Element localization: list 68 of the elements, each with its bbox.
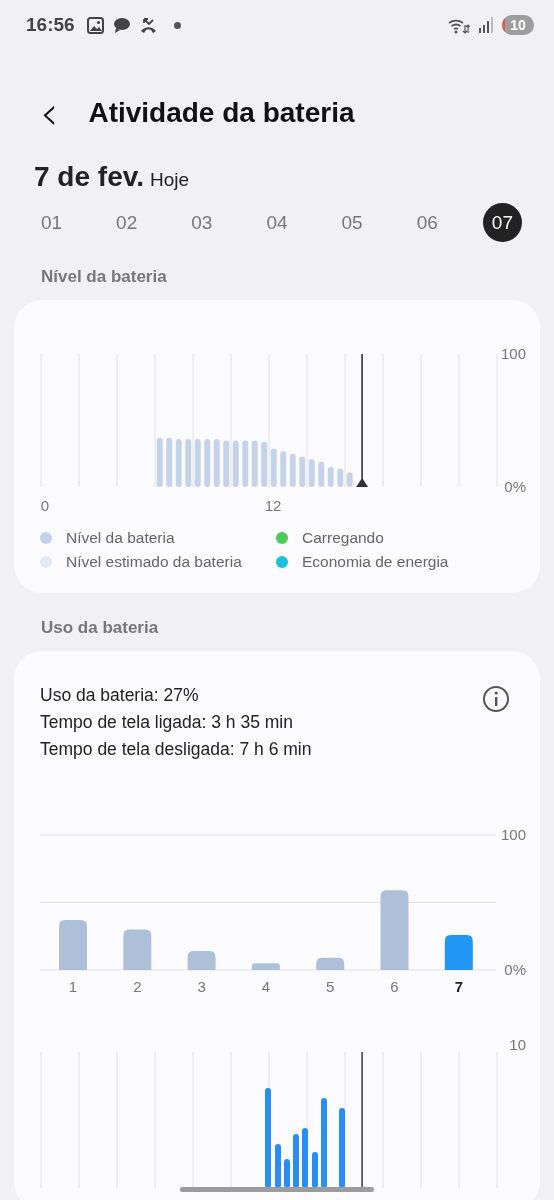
day-tab[interactable]: 07 [482, 203, 522, 242]
level-bar [261, 441, 268, 487]
level-bar [156, 437, 163, 487]
axis-label: 7 [454, 978, 463, 995]
info-icon[interactable] [482, 685, 510, 713]
day-tab[interactable]: 02 [107, 203, 147, 242]
status-time: 16:56 [26, 14, 75, 36]
axis-label: 100 [500, 826, 526, 843]
level-bar [280, 451, 287, 487]
section-title: Uso da bateria [40, 618, 160, 639]
day-tab[interactable]: 06 [407, 203, 447, 242]
axis-label: 4 [261, 978, 271, 995]
axis-label: 0% [504, 478, 526, 495]
level-bar [194, 439, 201, 487]
usage-bar[interactable] [123, 929, 152, 970]
axis-label: 12 [264, 497, 282, 514]
signal-icon [478, 17, 494, 33]
notification-dot-icon [173, 21, 181, 29]
usage-bar[interactable] [316, 957, 345, 970]
level-bar [204, 439, 211, 487]
axis-label: 5 [326, 978, 335, 995]
usage-summary-line: Tempo de tela ligada: 3 h 35 min [40, 712, 294, 733]
usage-bar[interactable] [251, 963, 280, 970]
axis-label: 0 [40, 497, 50, 514]
axis-label: 1 [68, 978, 78, 995]
day-tab[interactable]: 05 [332, 203, 372, 242]
usage-bar[interactable] [444, 934, 473, 970]
day-tab[interactable]: 01 [32, 203, 71, 242]
legend-label: Nível estimado da bateria [66, 553, 242, 571]
level-bar [242, 440, 249, 487]
axis-label: 10 [509, 1038, 526, 1053]
legend-label: Carregando [302, 529, 384, 547]
axis-label: 6 [390, 978, 399, 995]
level-bar [166, 437, 173, 487]
axis-label: 2 [133, 978, 142, 995]
battery-indicator: 10 [502, 15, 534, 35]
legend-label: Economia de energia [302, 553, 449, 571]
level-bar [185, 439, 192, 487]
level-bar [213, 439, 220, 487]
axis-label: 100 [500, 345, 526, 362]
level-bar [299, 456, 306, 487]
usage-bar[interactable] [380, 890, 409, 970]
legend-label: Nível da bateria [66, 529, 175, 547]
day-tab[interactable]: 04 [257, 203, 297, 242]
selected-date: 7 de fev. [34, 161, 144, 193]
level-bar [327, 467, 334, 487]
date-caption: Hoje [150, 169, 190, 191]
level-bar [346, 472, 353, 487]
axis-label: 3 [197, 978, 206, 995]
level-bar [270, 448, 277, 487]
usage-summary-line: Uso da bateria: 27% [40, 685, 200, 706]
axis-label: 0% [504, 961, 526, 978]
section-title: Nível da bateria [40, 267, 168, 288]
level-bar [251, 440, 258, 487]
level-bar [223, 440, 230, 487]
chat-icon [111, 16, 131, 34]
level-bar [318, 461, 325, 487]
level-bar [289, 453, 296, 487]
usage-bar[interactable] [187, 951, 216, 970]
usage-summary-line: Tempo de tela desligada: 7 h 6 min [40, 739, 312, 760]
level-bar [308, 459, 315, 487]
back-button[interactable]: ‹ [36, 93, 63, 133]
level-bar [232, 440, 239, 487]
page-title: Atividade da bateria [88, 97, 355, 129]
picture-icon [86, 16, 104, 34]
day-tab[interactable]: 03 [182, 203, 222, 242]
level-bar [175, 439, 182, 487]
level-bar [337, 468, 344, 487]
